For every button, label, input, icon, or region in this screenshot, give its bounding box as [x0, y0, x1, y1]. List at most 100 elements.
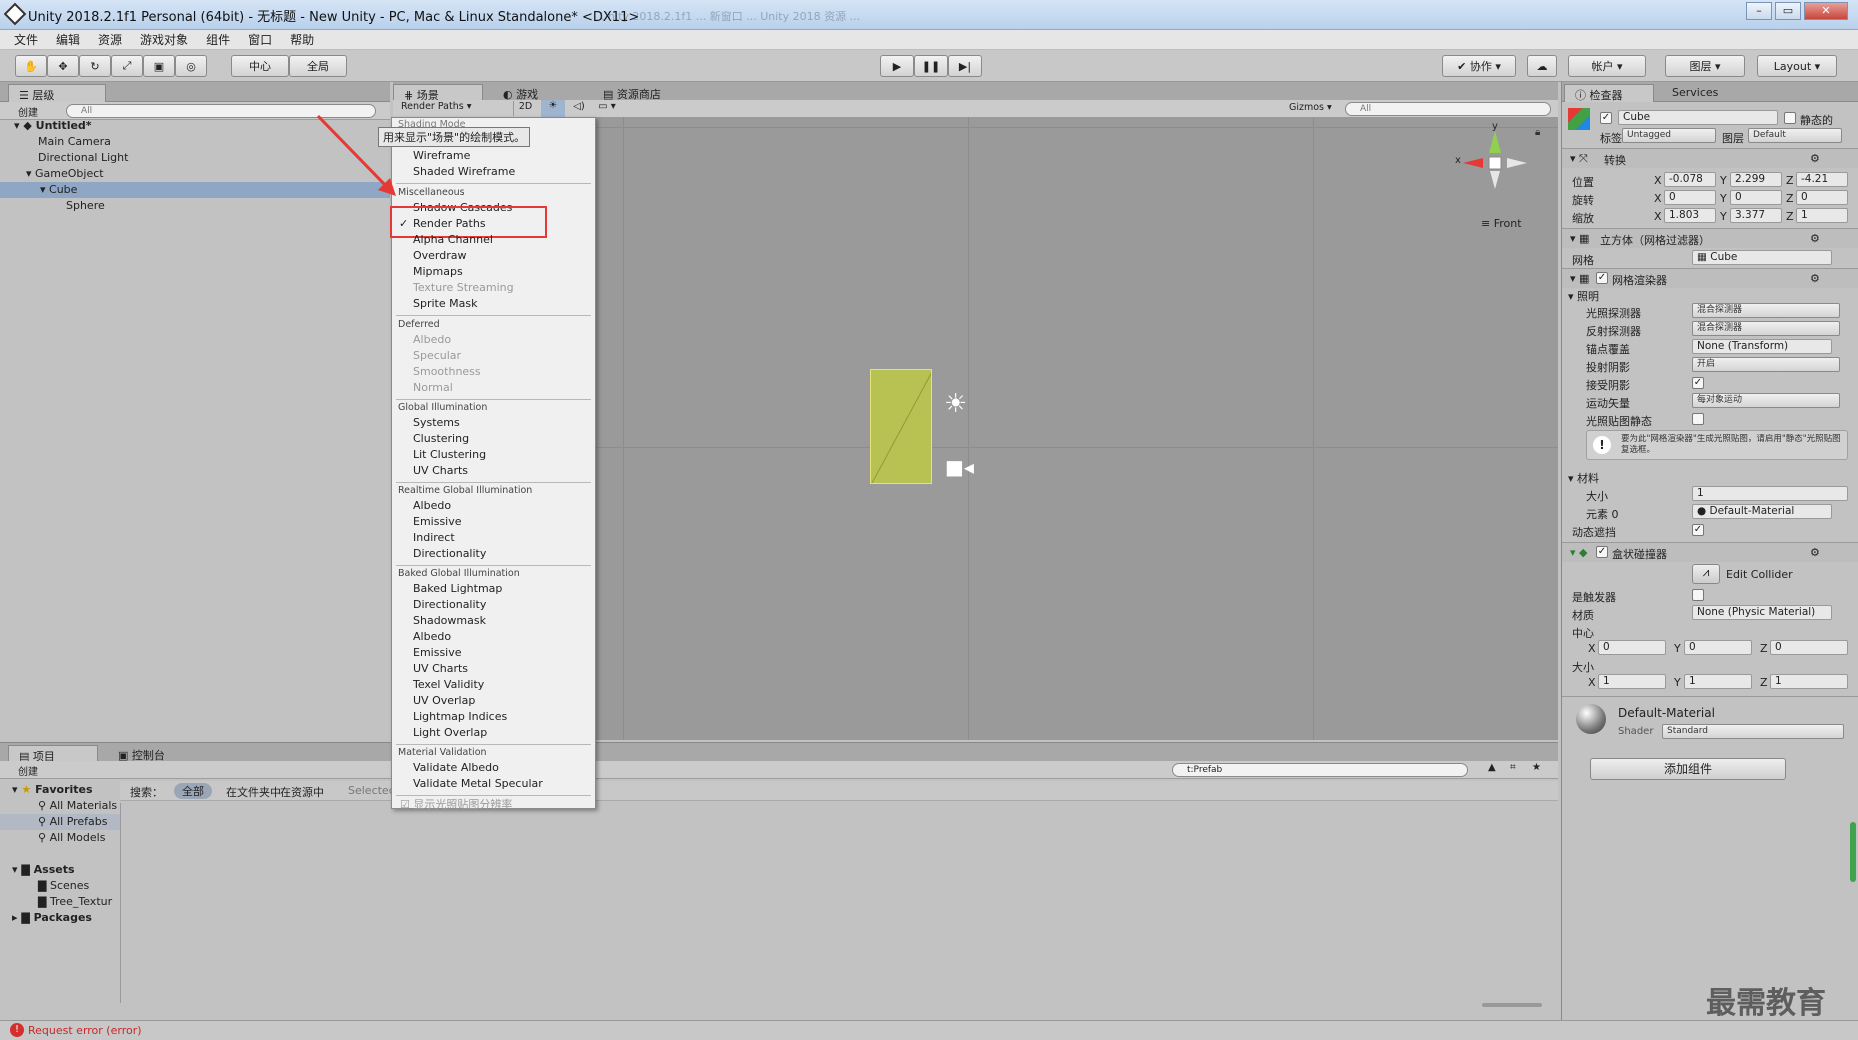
hand-tool-icon[interactable]: ✋: [15, 55, 47, 77]
layers-dropdown[interactable]: 图层 ▾: [1665, 55, 1745, 77]
object-name-field[interactable]: Cube: [1618, 110, 1778, 125]
menu-file[interactable]: 文件: [14, 31, 38, 48]
menu-item-bgi-light-overlap[interactable]: Light Overlap: [413, 726, 487, 739]
active-checkbox[interactable]: ✓: [1600, 112, 1612, 124]
hierarchy-item-cube[interactable]: ▾ Cube: [40, 183, 77, 196]
mesh-filter-header[interactable]: ▾ ▦ 立方体（网格过滤器） ⚙: [1562, 228, 1858, 248]
materials-size-field[interactable]: 1: [1692, 486, 1848, 501]
favorite-star-icon[interactable]: ★: [1532, 762, 1541, 773]
rotation-y-field[interactable]: 0: [1730, 190, 1782, 205]
layout-dropdown[interactable]: Layout ▾: [1757, 55, 1837, 77]
menu-item-bgi-shadowmask[interactable]: Shadowmask: [413, 614, 486, 627]
size-x-field[interactable]: 1: [1598, 674, 1666, 689]
menu-component[interactable]: 组件: [206, 31, 230, 48]
scene-audio-icon[interactable]: ◁): [569, 101, 589, 116]
receive-shadows-checkbox[interactable]: ✓: [1692, 377, 1704, 389]
materials-foldout[interactable]: ▾ 材料: [1568, 470, 1599, 486]
scrollbar-thumb[interactable]: [1850, 822, 1856, 882]
menu-item-bgi-emissive[interactable]: Emissive: [413, 646, 462, 659]
reflection-probes-dropdown[interactable]: 混合探测器: [1692, 321, 1840, 336]
hierarchy-create-button[interactable]: 创建: [18, 104, 38, 119]
favorite-all-materials[interactable]: ⚲ All Materials: [38, 799, 117, 812]
favorites-folder[interactable]: ▾ ★ Favorites: [12, 783, 93, 796]
box-collider-enabled-checkbox[interactable]: ✓: [1596, 546, 1608, 558]
close-button[interactable]: ✕: [1804, 2, 1848, 20]
menu-item-rgi-indirect[interactable]: Indirect: [413, 531, 455, 544]
status-error-text[interactable]: Request error (error): [28, 1024, 142, 1037]
light-probes-dropdown[interactable]: 混合探测器: [1692, 303, 1840, 318]
transform-header[interactable]: ▾ ⤧ 转换 ⚙: [1562, 148, 1858, 168]
scene-search-input[interactable]: All: [1345, 102, 1551, 116]
edit-collider-icon[interactable]: ⩘: [1692, 564, 1720, 584]
menu-item-gi-systems[interactable]: Systems: [413, 416, 460, 429]
orientation-gizmo[interactable]: y x: [1455, 121, 1535, 217]
mesh-renderer-header[interactable]: ▾ ▦ ✓ 网格渲染器 ⚙: [1562, 268, 1858, 288]
menu-item-bgi-albedo[interactable]: Albedo: [413, 630, 451, 643]
menu-item-alpha-channel[interactable]: Alpha Channel: [413, 233, 493, 246]
rect-tool-icon[interactable]: ▣: [143, 55, 175, 77]
position-z-field[interactable]: -4.21: [1796, 172, 1848, 187]
anchor-override-field[interactable]: None (Transform): [1692, 339, 1832, 354]
rotation-z-field[interactable]: 0: [1796, 190, 1848, 205]
folder-tree-textures[interactable]: ▇ Tree_Textur: [38, 895, 112, 908]
size-y-field[interactable]: 1: [1684, 674, 1752, 689]
hierarchy-item-sphere[interactable]: Sphere: [66, 199, 105, 212]
menu-item-mipmaps[interactable]: Mipmaps: [413, 265, 463, 278]
cloud-icon[interactable]: ☁: [1527, 55, 1557, 77]
scope-in-folder-button[interactable]: 在文件夹中: [226, 784, 281, 800]
menu-item-gi-uv-charts[interactable]: UV Charts: [413, 464, 468, 477]
menu-item-shaded-wireframe[interactable]: Shaded Wireframe: [413, 165, 515, 178]
scope-in-store-button[interactable]: 在资源中: [280, 784, 324, 800]
center-y-field[interactable]: 0: [1684, 640, 1752, 655]
folder-scenes[interactable]: ▇ Scenes: [38, 879, 89, 892]
menu-item-bgi-lightmap-indices[interactable]: Lightmap Indices: [413, 710, 507, 723]
filter-type-icon[interactable]: ▲: [1488, 762, 1496, 773]
tag-dropdown[interactable]: Untagged: [1622, 128, 1716, 143]
shading-mode-dropdown[interactable]: Render Paths ▾: [397, 101, 507, 116]
rotation-x-field[interactable]: 0: [1664, 190, 1716, 205]
position-x-field[interactable]: -0.078: [1664, 172, 1716, 187]
scale-x-field[interactable]: 1.803: [1664, 208, 1716, 223]
lighting-foldout[interactable]: ▾ 照明: [1568, 288, 1599, 304]
rotate-tool-icon[interactable]: ↻: [79, 55, 111, 77]
mesh-renderer-settings-icon[interactable]: ⚙: [1810, 272, 1820, 285]
tab-hierarchy[interactable]: ☰ 层级: [8, 84, 106, 102]
pivot-toggle[interactable]: 中心: [231, 55, 289, 77]
mesh-renderer-enabled-checkbox[interactable]: ✓: [1596, 272, 1608, 284]
is-trigger-checkbox[interactable]: [1692, 589, 1704, 601]
hierarchy-item-gameobject[interactable]: ▾ GameObject: [26, 167, 104, 180]
motion-vectors-dropdown[interactable]: 每对象运动: [1692, 393, 1840, 408]
transform-tool-icon[interactable]: ◎: [175, 55, 207, 77]
menu-item-rgi-emissive[interactable]: Emissive: [413, 515, 462, 528]
menu-item-bgi-baked-lightmap[interactable]: Baked Lightmap: [413, 582, 502, 595]
collab-dropdown[interactable]: ✔ 协作 ▾: [1442, 55, 1516, 77]
packages-folder[interactable]: ▸ ▇ Packages: [12, 911, 92, 924]
menu-item-bgi-texel-validity[interactable]: Texel Validity: [413, 678, 484, 691]
cube-object[interactable]: [870, 369, 932, 484]
layer-dropdown[interactable]: Default: [1748, 128, 1842, 143]
box-collider-settings-icon[interactable]: ⚙: [1810, 546, 1820, 559]
scene-lock-icon[interactable]: 🔒︎: [1535, 127, 1540, 138]
element0-field[interactable]: ● Default-Material: [1692, 504, 1832, 519]
cast-shadows-dropdown[interactable]: 开启: [1692, 357, 1840, 372]
project-create-button[interactable]: 创建: [18, 763, 38, 778]
size-z-field[interactable]: 1: [1770, 674, 1848, 689]
step-button[interactable]: ▶|: [948, 55, 982, 77]
menu-item-rgi-directionality[interactable]: Directionality: [413, 547, 486, 560]
directional-light-icon[interactable]: ☀: [944, 389, 967, 419]
global-toggle[interactable]: 全局: [289, 55, 347, 77]
menu-item-overdraw[interactable]: Overdraw: [413, 249, 467, 262]
mesh-filter-settings-icon[interactable]: ⚙: [1810, 232, 1820, 245]
center-z-field[interactable]: 0: [1770, 640, 1848, 655]
scale-tool-icon[interactable]: ⤢: [111, 55, 143, 77]
mesh-field[interactable]: ▦ Cube: [1692, 250, 1832, 265]
static-checkbox[interactable]: [1784, 112, 1796, 124]
scope-all-button[interactable]: 全部: [174, 783, 212, 799]
thumbnail-size-slider[interactable]: [1482, 1003, 1542, 1007]
gizmos-dropdown[interactable]: Gizmos ▾: [1289, 102, 1332, 113]
scene-effects-icon[interactable]: ▭ ▾: [593, 101, 621, 116]
tab-services[interactable]: Services: [1662, 84, 1742, 102]
move-tool-icon[interactable]: ✥: [47, 55, 79, 77]
scene-lighting-icon[interactable]: ☀: [541, 100, 565, 117]
lightmap-static-checkbox[interactable]: [1692, 413, 1704, 425]
